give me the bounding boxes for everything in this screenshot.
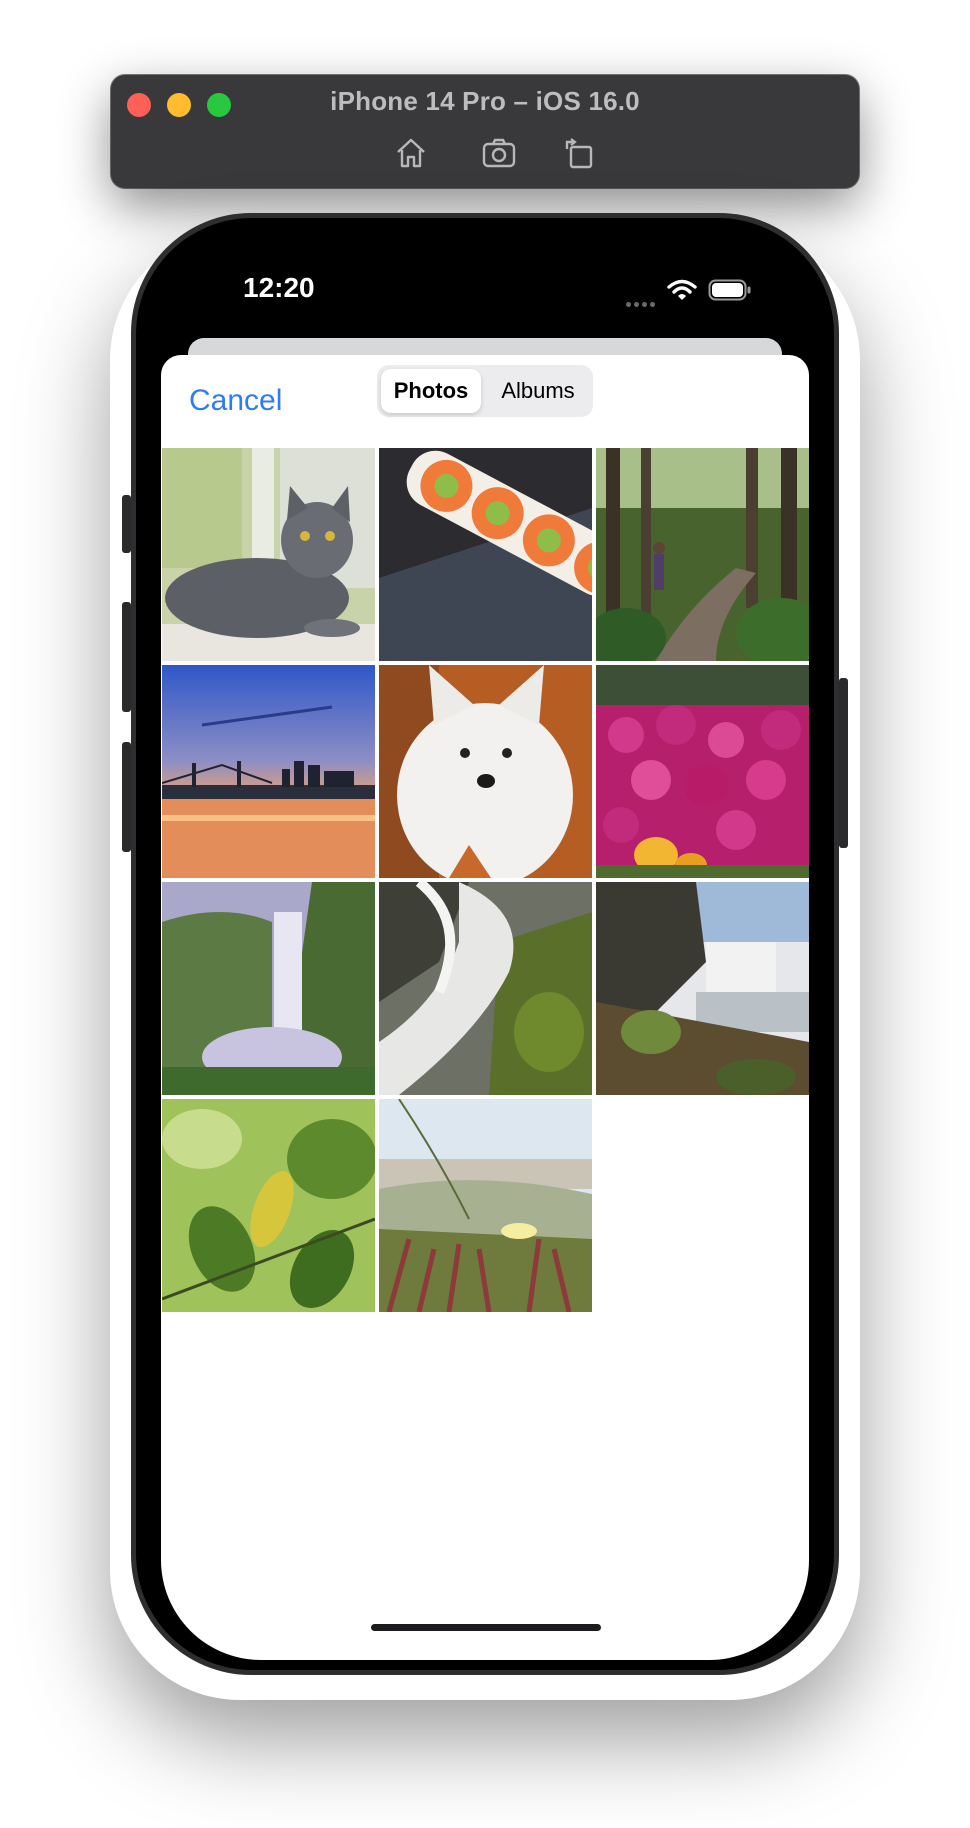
photo-thumbnail-bridge-sunset[interactable] [162, 665, 375, 878]
tab-photos[interactable]: Photos [381, 369, 481, 413]
screenshot-icon[interactable] [482, 136, 516, 170]
battery-icon [708, 279, 751, 301]
home-icon[interactable] [394, 136, 428, 170]
photo-thumbnail-waterfall-valley[interactable] [162, 882, 375, 1095]
home-indicator[interactable] [371, 1624, 601, 1631]
signal-dots-icon [626, 294, 660, 307]
photo-thumbnail-green-leaves[interactable] [162, 1099, 375, 1312]
photo-thumbnail-cat[interactable] [162, 448, 375, 661]
photo-thumbnail-waterfall-rocks[interactable] [596, 882, 809, 1095]
photo-thumbnail-dune-flowers[interactable] [379, 1099, 592, 1312]
photo-thumbnail-sushi[interactable] [379, 448, 592, 661]
simulator-title: iPhone 14 Pro – iOS 16.0 [330, 86, 640, 116]
volume-up-button[interactable] [122, 602, 131, 712]
power-button[interactable] [839, 678, 848, 848]
wifi-icon [667, 279, 697, 300]
photo-thumbnail-forest[interactable] [596, 448, 809, 661]
status-time: 12:20 [243, 272, 315, 303]
volume-down-button[interactable] [122, 742, 131, 852]
tab-albums[interactable]: Albums [487, 369, 589, 413]
photo-thumbnail-white-dog[interactable] [379, 665, 592, 878]
photo-thumbnail-pink-flowers[interactable] [596, 665, 809, 878]
cancel-button[interactable]: Cancel [189, 384, 282, 418]
rotate-icon[interactable] [562, 136, 596, 170]
action-button[interactable] [122, 495, 131, 553]
photo-thumbnail-long-exposure-waterfall[interactable] [379, 882, 592, 1095]
